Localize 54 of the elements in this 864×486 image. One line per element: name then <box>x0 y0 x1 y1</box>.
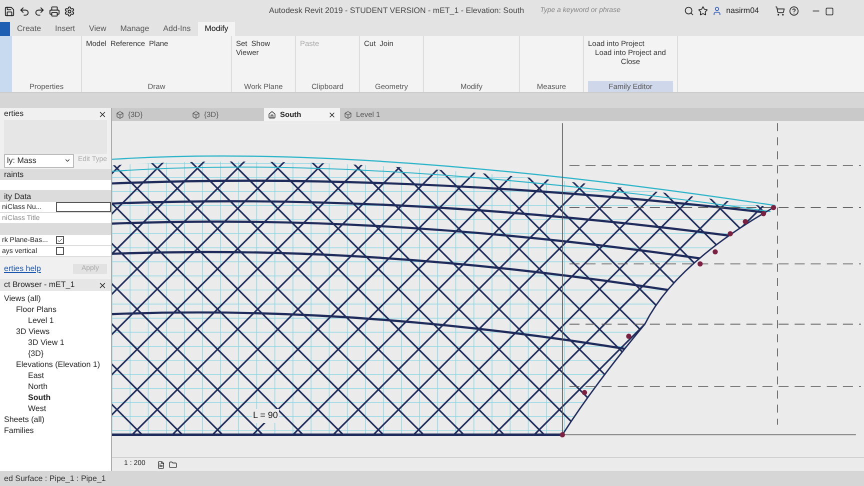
browser-item[interactable]: West <box>28 403 46 414</box>
view-control-icon[interactable] <box>169 460 178 468</box>
property-field[interactable] <box>56 202 111 212</box>
property-section[interactable]: raints <box>0 169 111 180</box>
user-icon[interactable] <box>712 6 722 16</box>
view-icon <box>192 110 200 118</box>
window-title: Autodesk Revit 2019 - STUDENT VERSION - mET_1 - Elevation: South <box>269 5 524 17</box>
ribbon-tab[interactable]: View <box>82 22 114 36</box>
maximize-icon[interactable] <box>824 6 834 16</box>
panel-title: ct Browser - mET_1 <box>4 279 75 291</box>
user-name[interactable]: nasirm04 <box>726 5 759 17</box>
dropdown-icon <box>64 157 71 164</box>
browser-item[interactable]: 3D View 1 <box>28 337 64 348</box>
close-icon[interactable] <box>98 280 107 290</box>
browser-item[interactable]: 3D Views <box>16 326 50 337</box>
browser-item[interactable]: Floor Plans <box>16 304 56 315</box>
browser-item[interactable]: South <box>28 392 51 403</box>
ribbon-tab[interactable]: Insert <box>48 22 82 36</box>
view-icon <box>344 110 352 118</box>
ribbon-tab[interactable]: Create <box>10 22 48 36</box>
view-icon <box>116 110 124 118</box>
browser-item[interactable]: North <box>28 381 48 392</box>
browser-item[interactable]: {3D} <box>28 348 44 359</box>
panel-title: erties <box>4 108 24 120</box>
redo-icon[interactable] <box>34 6 45 16</box>
browser-item[interactable]: East <box>28 370 44 381</box>
ribbon-tab[interactable]: Add-Ins <box>156 22 198 36</box>
property-section[interactable]: ity Data <box>0 191 111 202</box>
settings-icon[interactable] <box>64 6 75 16</box>
view-control-icon[interactable] <box>157 460 166 468</box>
checkbox[interactable] <box>56 247 64 255</box>
browser-item[interactable]: Elevations (Elevation 1) <box>16 359 100 370</box>
status-text: ed Surface : Pipe_1 : Pipe_1 <box>4 472 106 484</box>
ribbon-tab[interactable]: Modify <box>198 22 236 36</box>
search-icon[interactable] <box>684 6 694 16</box>
close-icon[interactable] <box>328 110 336 118</box>
ribbon-tab[interactable]: Manage <box>113 22 156 36</box>
print-icon[interactable] <box>49 6 60 16</box>
browser-item[interactable]: Families <box>4 425 34 436</box>
dimension-label: L = 90 <box>252 409 279 422</box>
browser-item[interactable]: Sheets (all) <box>4 414 44 425</box>
type-selector[interactable]: ly: Mass <box>4 154 74 168</box>
undo-icon[interactable] <box>19 6 30 16</box>
properties-help-link[interactable]: erties help <box>4 263 41 275</box>
browser-item[interactable]: Level 1 <box>28 315 54 326</box>
save-icon[interactable] <box>4 6 15 16</box>
help-icon[interactable] <box>788 6 799 16</box>
browser-item[interactable]: Views (all) <box>4 293 41 304</box>
drawing-canvas[interactable]: L = 90 <box>112 121 864 457</box>
close-icon[interactable] <box>98 110 107 118</box>
checkbox[interactable] <box>56 236 64 244</box>
cart-icon[interactable] <box>774 6 785 16</box>
star-icon[interactable] <box>698 6 708 16</box>
elevation-icon <box>268 110 276 118</box>
